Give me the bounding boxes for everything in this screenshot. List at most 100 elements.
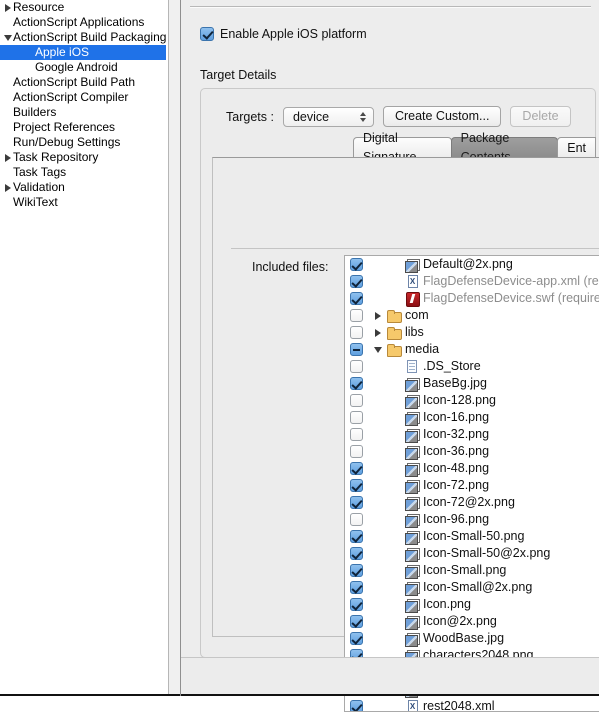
file-include-checkbox[interactable] bbox=[350, 428, 363, 441]
file-checkbox-cell[interactable] bbox=[345, 598, 367, 611]
sidebar-item-apple-ios[interactable]: Apple iOS bbox=[0, 45, 166, 60]
file-include-checkbox[interactable] bbox=[350, 343, 363, 356]
file-include-checkbox[interactable] bbox=[350, 547, 363, 560]
file-checkbox-cell[interactable] bbox=[345, 632, 367, 645]
file-checkbox-cell[interactable] bbox=[345, 479, 367, 492]
file-checkbox-cell[interactable] bbox=[345, 581, 367, 594]
file-checkbox-cell[interactable] bbox=[345, 547, 367, 560]
file-list-row[interactable]: Icon-96.png bbox=[345, 511, 599, 528]
file-checkbox-cell[interactable] bbox=[345, 445, 367, 458]
file-checkbox-cell[interactable] bbox=[345, 360, 367, 373]
tab-package-contents[interactable]: Package Contents bbox=[451, 137, 559, 158]
file-checkbox-cell[interactable] bbox=[345, 700, 367, 712]
file-include-checkbox[interactable] bbox=[350, 445, 363, 458]
file-checkbox-cell[interactable] bbox=[345, 615, 367, 628]
chevron-down-icon[interactable] bbox=[371, 347, 385, 353]
file-include-checkbox[interactable] bbox=[350, 411, 363, 424]
file-list-row[interactable]: rest2048.xml bbox=[345, 698, 599, 712]
file-list-row[interactable]: Icon-16.png bbox=[345, 409, 599, 426]
file-include-checkbox[interactable] bbox=[350, 462, 363, 475]
file-list-row[interactable]: .DS_Store bbox=[345, 358, 599, 375]
file-include-checkbox[interactable] bbox=[350, 700, 363, 712]
sidebar-item-google-android[interactable]: Google Android bbox=[0, 60, 166, 75]
included-files-list[interactable]: Default@2x.pngFlagDefenseDevice-app.xml … bbox=[344, 255, 599, 712]
sidebar-item-builders[interactable]: Builders bbox=[0, 105, 166, 120]
file-checkbox-cell[interactable] bbox=[345, 462, 367, 475]
file-include-checkbox[interactable] bbox=[350, 394, 363, 407]
delete-button[interactable]: Delete bbox=[510, 106, 570, 127]
file-checkbox-cell[interactable] bbox=[345, 411, 367, 424]
file-list-row[interactable]: Icon-72.png bbox=[345, 477, 599, 494]
file-include-checkbox[interactable] bbox=[350, 360, 363, 373]
file-list-row[interactable]: WoodBase.jpg bbox=[345, 630, 599, 647]
file-list-row[interactable]: FlagDefenseDevice-app.xml (required) bbox=[345, 273, 599, 290]
sidebar-item-run-debug-settings[interactable]: Run/Debug Settings bbox=[0, 135, 166, 150]
file-include-checkbox[interactable] bbox=[350, 326, 363, 339]
file-list-row[interactable]: libs bbox=[345, 324, 599, 341]
file-list-row[interactable]: Default@2x.png bbox=[345, 256, 599, 273]
sidebar-item-project-references[interactable]: Project References bbox=[0, 120, 166, 135]
file-checkbox-cell[interactable] bbox=[345, 292, 367, 305]
sidebar-item-task-repository[interactable]: Task Repository bbox=[0, 150, 166, 165]
sidebar-item-resource[interactable]: Resource bbox=[0, 0, 166, 15]
sidebar-item-actionscript-build-path[interactable]: ActionScript Build Path bbox=[0, 75, 166, 90]
file-include-checkbox[interactable] bbox=[350, 615, 363, 628]
file-include-checkbox[interactable] bbox=[350, 479, 363, 492]
file-list-row[interactable]: Icon-32.png bbox=[345, 426, 599, 443]
chevron-down-icon[interactable] bbox=[2, 30, 13, 46]
enable-apple-ios-platform-checkbox[interactable] bbox=[200, 27, 214, 41]
file-checkbox-cell[interactable] bbox=[345, 394, 367, 407]
sidebar-item-actionscript-compiler[interactable]: ActionScript Compiler bbox=[0, 90, 166, 105]
file-include-checkbox[interactable] bbox=[350, 513, 363, 526]
file-checkbox-cell[interactable] bbox=[345, 377, 367, 390]
file-checkbox-cell[interactable] bbox=[345, 496, 367, 509]
file-list-row[interactable]: Icon-48.png bbox=[345, 460, 599, 477]
file-list-row[interactable]: com bbox=[345, 307, 599, 324]
file-checkbox-cell[interactable] bbox=[345, 564, 367, 577]
file-checkbox-cell[interactable] bbox=[345, 275, 367, 288]
file-list-row[interactable]: Icon.png bbox=[345, 596, 599, 613]
file-checkbox-cell[interactable] bbox=[345, 343, 367, 356]
sidebar-item-task-tags[interactable]: Task Tags bbox=[0, 165, 166, 180]
enable-apple-ios-platform-row[interactable]: Enable Apple iOS platform bbox=[200, 25, 367, 42]
file-checkbox-cell[interactable] bbox=[345, 258, 367, 271]
file-checkbox-cell[interactable] bbox=[345, 513, 367, 526]
file-include-checkbox[interactable] bbox=[350, 632, 363, 645]
tab-digital-signature[interactable]: Digital Signature bbox=[353, 137, 452, 158]
file-list-row[interactable]: BaseBg.jpg bbox=[345, 375, 599, 392]
file-include-checkbox[interactable] bbox=[350, 496, 363, 509]
file-list-row[interactable]: media bbox=[345, 341, 599, 358]
file-list-row[interactable]: FlagDefenseDevice.swf (required) bbox=[345, 290, 599, 307]
file-include-checkbox[interactable] bbox=[350, 292, 363, 305]
file-include-checkbox[interactable] bbox=[350, 581, 363, 594]
target-detail-tabs[interactable]: Digital SignaturePackage ContentsEnt bbox=[353, 137, 595, 158]
sidebar-item-actionscript-build-packaging[interactable]: ActionScript Build Packaging bbox=[0, 30, 166, 45]
file-include-checkbox[interactable] bbox=[350, 564, 363, 577]
file-checkbox-cell[interactable] bbox=[345, 428, 367, 441]
chevron-right-icon[interactable] bbox=[371, 312, 385, 320]
file-list-row[interactable]: Icon-Small-50@2x.png bbox=[345, 545, 599, 562]
tab-ent[interactable]: Ent bbox=[557, 137, 596, 158]
targets-select[interactable]: device bbox=[283, 107, 374, 127]
sidebar-item-validation[interactable]: Validation bbox=[0, 180, 166, 195]
create-custom-button[interactable]: Create Custom... bbox=[383, 106, 501, 127]
file-include-checkbox[interactable] bbox=[350, 275, 363, 288]
file-include-checkbox[interactable] bbox=[350, 377, 363, 390]
file-checkbox-cell[interactable] bbox=[345, 309, 367, 322]
file-include-checkbox[interactable] bbox=[350, 598, 363, 611]
file-list-row[interactable]: Icon@2x.png bbox=[345, 613, 599, 630]
file-list-row[interactable]: Icon-Small@2x.png bbox=[345, 579, 599, 596]
file-include-checkbox[interactable] bbox=[350, 258, 363, 271]
chevron-right-icon[interactable] bbox=[371, 329, 385, 337]
file-checkbox-cell[interactable] bbox=[345, 326, 367, 339]
file-list-row[interactable]: Icon-128.png bbox=[345, 392, 599, 409]
file-checkbox-cell[interactable] bbox=[345, 530, 367, 543]
file-list-row[interactable]: Icon-Small.png bbox=[345, 562, 599, 579]
preferences-tree-sidebar[interactable]: ResourceActionScript ApplicationsActionS… bbox=[0, 0, 166, 696]
sidebar-item-wikitext[interactable]: WikiText bbox=[0, 195, 166, 210]
file-list-row[interactable]: Icon-Small-50.png bbox=[345, 528, 599, 545]
file-include-checkbox[interactable] bbox=[350, 309, 363, 322]
sidebar-item-actionscript-applications[interactable]: ActionScript Applications bbox=[0, 15, 166, 30]
file-list-row[interactable]: Icon-72@2x.png bbox=[345, 494, 599, 511]
file-include-checkbox[interactable] bbox=[350, 530, 363, 543]
